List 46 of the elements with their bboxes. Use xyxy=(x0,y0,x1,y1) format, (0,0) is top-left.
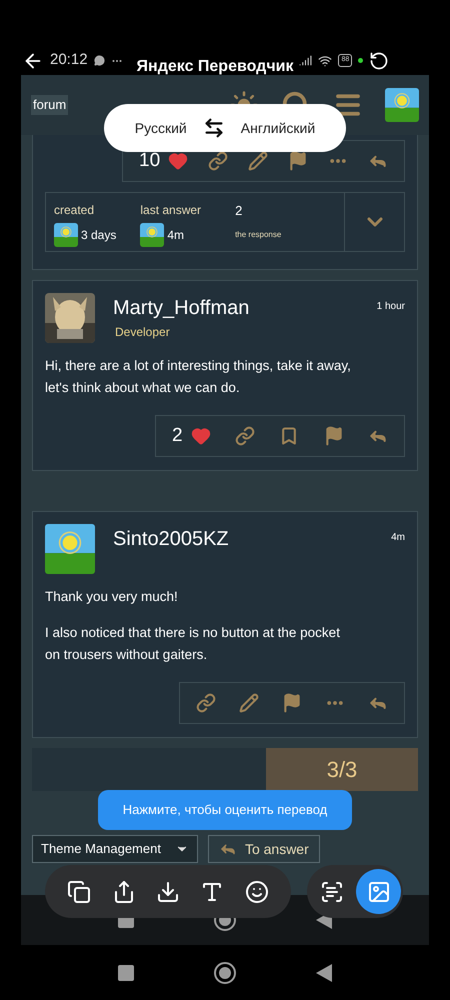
answer-button[interactable]: To answer xyxy=(208,835,320,863)
theme-select[interactable]: Theme Management xyxy=(32,835,198,863)
pagination-label[interactable]: 3/3 xyxy=(266,748,418,791)
signal-icon xyxy=(299,54,312,67)
back-button[interactable] xyxy=(316,964,332,982)
user-avatar-icon xyxy=(54,223,78,247)
created-time: 3 days xyxy=(81,227,116,244)
recents-button[interactable] xyxy=(118,964,134,980)
forum-logo[interactable]: forum xyxy=(31,95,68,115)
link-icon[interactable] xyxy=(208,151,228,171)
rotate-icon[interactable] xyxy=(369,50,390,70)
sticker-icon[interactable] xyxy=(244,880,269,904)
download-icon[interactable] xyxy=(156,880,180,904)
status-time: 20:12 xyxy=(50,50,88,70)
post-text: Thank you very much! xyxy=(45,588,179,606)
wifi-icon xyxy=(318,54,332,68)
author-role: Developer xyxy=(115,324,171,341)
image-icon xyxy=(366,880,390,904)
mode-button[interactable] xyxy=(356,869,401,914)
author-name[interactable]: Marty_Hoffman xyxy=(113,293,359,323)
created-label: created xyxy=(54,202,96,219)
last-answer-label: last answer xyxy=(140,202,202,219)
last-answer-time: 4m xyxy=(167,227,184,244)
scan-text-icon xyxy=(320,880,344,904)
post-time: 4m xyxy=(391,531,405,545)
user-avatar-icon xyxy=(140,223,164,247)
like-count: 10 xyxy=(139,148,160,173)
heart-icon[interactable] xyxy=(168,151,188,171)
reply-count: 2 xyxy=(235,202,244,220)
post-text: Hi, there are a lot of interesting things, take it away, let's think about what we can do. xyxy=(45,357,352,397)
pencil-icon[interactable] xyxy=(248,151,268,171)
app-title: Яндекс Переводчик xyxy=(136,56,294,76)
like-count: 2 xyxy=(172,424,183,448)
swap-icon[interactable] xyxy=(202,117,225,139)
author-name[interactable]: Sinto2005KZ xyxy=(113,524,374,554)
post-text: I also noticed that there is no button at the pocket on trousers without gaiters. xyxy=(45,624,341,664)
post-time: 1 hour xyxy=(376,300,405,314)
target-language[interactable]: Английский xyxy=(240,118,316,138)
source-language[interactable]: Русский xyxy=(134,118,187,138)
flag-icon[interactable] xyxy=(288,151,308,171)
chat-icon xyxy=(94,55,105,66)
avatar-flag-icon xyxy=(45,524,95,574)
user-avatar-icon xyxy=(385,88,419,122)
reply-label: the response xyxy=(235,228,282,240)
home-button[interactable] xyxy=(214,962,236,984)
copy-icon[interactable] xyxy=(67,880,92,904)
